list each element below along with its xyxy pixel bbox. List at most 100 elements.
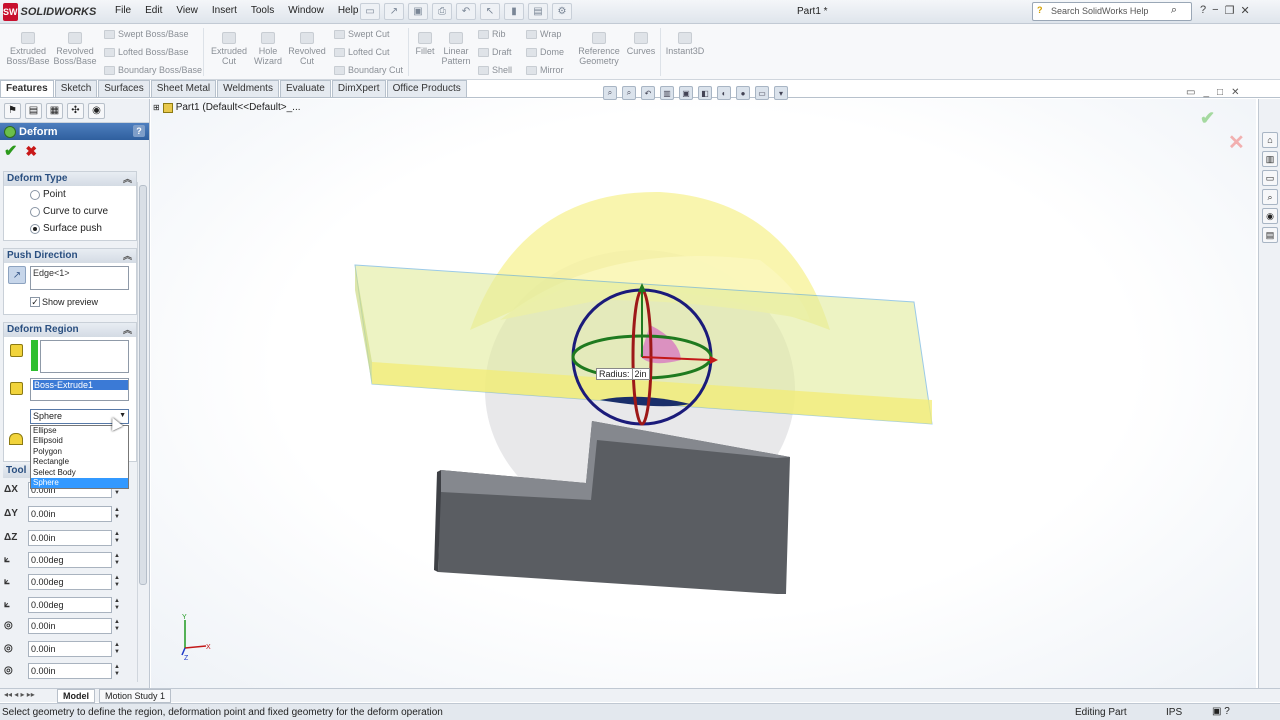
- revolved-boss-button[interactable]: Revolved Boss/Base: [53, 32, 97, 66]
- help-search-input[interactable]: ? Search SolidWorks Help ⌕: [1032, 2, 1192, 21]
- tab-sketch[interactable]: Sketch: [54, 80, 98, 97]
- spinner-icon[interactable]: ▲▼: [112, 575, 122, 589]
- configuration-manager-icon[interactable]: ▦: [46, 102, 63, 119]
- spinner-icon[interactable]: ▲▼: [112, 553, 122, 567]
- region-faces-field[interactable]: [40, 340, 129, 373]
- tool-position-header[interactable]: Tool: [3, 464, 33, 478]
- delta-z-field[interactable]: 0.00in: [28, 529, 112, 546]
- rebuild-icon[interactable]: ▮: [504, 3, 524, 20]
- help-icon[interactable]: ?: [1200, 4, 1206, 17]
- search-icon[interactable]: ⌕: [1171, 4, 1177, 17]
- solidworks-logo[interactable]: SW SOLIDWORKS: [3, 3, 96, 21]
- dropdown-option-polygon[interactable]: Polygon: [31, 447, 128, 457]
- pm-help-icon[interactable]: ?: [133, 125, 145, 137]
- menu-edit[interactable]: Edit: [138, 5, 169, 16]
- delta-y-field[interactable]: 0.00in: [28, 505, 112, 522]
- file-properties-icon[interactable]: ▤: [528, 3, 548, 20]
- reference-geometry-button[interactable]: Reference Geometry: [577, 32, 621, 66]
- linear-pattern-button[interactable]: Linear Pattern: [440, 32, 472, 66]
- rotate-y-field[interactable]: 0.00deg: [28, 573, 112, 590]
- minimize-icon[interactable]: −: [1212, 4, 1218, 17]
- tab-dimxpert[interactable]: DimXpert: [331, 80, 386, 97]
- zoom-to-area-icon[interactable]: ⌕: [622, 86, 636, 100]
- mirror-button[interactable]: Mirror: [526, 65, 564, 75]
- swept-boss-button[interactable]: Swept Boss/Base: [104, 29, 189, 39]
- boundary-cut-button[interactable]: Boundary Cut: [334, 65, 403, 75]
- tab-evaluate[interactable]: Evaluate: [279, 80, 331, 97]
- collapse-chevron-icon[interactable]: ︽: [123, 172, 132, 186]
- zoom-to-fit-icon[interactable]: ⌕: [603, 86, 617, 100]
- feature-tree-flyout[interactable]: ⊞ Part1 (Default<<Default>_...: [153, 102, 301, 113]
- model-graphics[interactable]: Y X Z: [151, 99, 1256, 688]
- radio-point[interactable]: Point: [4, 186, 136, 203]
- search-results-icon[interactable]: ⌕: [1262, 189, 1278, 205]
- radio-button[interactable]: [30, 206, 40, 217]
- collapse-chevron-icon[interactable]: ︽: [123, 249, 132, 263]
- radio-button[interactable]: [30, 189, 40, 200]
- property-manager-icon[interactable]: ▤: [25, 102, 42, 119]
- dome-button[interactable]: Dome: [526, 47, 564, 57]
- origin-z-field[interactable]: 0.00in: [28, 662, 112, 679]
- bodies-to-deform-field[interactable]: Boss-Extrude1: [30, 378, 129, 401]
- menu-window[interactable]: Window: [281, 5, 331, 16]
- open-icon[interactable]: ↗: [384, 3, 404, 20]
- previous-view-icon[interactable]: ↶: [641, 86, 655, 100]
- units-indicator[interactable]: IPS: [1166, 707, 1182, 718]
- tab-model[interactable]: Model: [57, 689, 95, 703]
- deform-type-header[interactable]: Deform Type ︽: [4, 172, 136, 186]
- status-icons[interactable]: ▣ ?: [1212, 706, 1230, 717]
- menu-insert[interactable]: Insert: [205, 5, 244, 16]
- new-document-icon[interactable]: ▭: [360, 3, 380, 20]
- tab-surfaces[interactable]: Surfaces: [98, 80, 150, 97]
- close-icon[interactable]: ✕: [1240, 4, 1249, 17]
- scroll-thumb[interactable]: [139, 185, 147, 585]
- radio-curve-to-curve[interactable]: Curve to curve: [4, 203, 136, 220]
- restore-icon[interactable]: ❐: [1225, 4, 1235, 17]
- options-icon[interactable]: ⚙: [552, 3, 572, 20]
- custom-properties-icon[interactable]: ▤: [1262, 227, 1278, 243]
- pm-scrollbar[interactable]: [137, 182, 147, 682]
- viewport-minimize-icon[interactable]: _: [1203, 87, 1209, 98]
- expand-icon[interactable]: ⊞: [153, 103, 160, 112]
- dropdown-option-select-body[interactable]: Select Body: [31, 468, 128, 478]
- push-direction-field[interactable]: Edge<1>: [30, 266, 129, 290]
- lofted-boss-button[interactable]: Lofted Boss/Base: [104, 47, 189, 57]
- dimxpert-manager-icon[interactable]: ✣: [67, 102, 84, 119]
- view-settings-icon[interactable]: ▾: [774, 86, 788, 100]
- ok-check-icon[interactable]: ✔: [4, 141, 17, 161]
- radio-button-selected[interactable]: [30, 223, 40, 234]
- menu-tools[interactable]: Tools: [244, 5, 281, 16]
- extruded-boss-button[interactable]: Extruded Boss/Base: [6, 32, 50, 66]
- confirmation-corner-cancel-icon[interactable]: ✕: [1228, 130, 1245, 155]
- radius-value[interactable]: 2in: [631, 369, 647, 379]
- collapse-chevron-icon[interactable]: ︽: [123, 323, 132, 337]
- hide-show-items-icon[interactable]: ◐: [717, 86, 731, 100]
- curves-button[interactable]: Curves: [625, 32, 657, 56]
- origin-x-field[interactable]: 0.00in: [28, 617, 112, 634]
- menu-file[interactable]: File: [108, 5, 138, 16]
- tab-weldments[interactable]: Weldments: [217, 80, 279, 97]
- feature-manager-icon[interactable]: ⚑: [4, 102, 21, 119]
- checkbox-checked[interactable]: ✓: [30, 297, 40, 307]
- hole-wizard-button[interactable]: Hole Wizard: [251, 32, 285, 66]
- confirmation-corner-ok-icon[interactable]: ✔: [1200, 108, 1215, 129]
- viewport-maximize-icon[interactable]: □: [1217, 87, 1223, 98]
- edit-appearance-icon[interactable]: ●: [736, 86, 750, 100]
- boundary-boss-button[interactable]: Boundary Boss/Base: [104, 65, 202, 75]
- spinner-icon[interactable]: ▲▼: [112, 531, 122, 545]
- print-icon[interactable]: ⎙: [432, 3, 452, 20]
- spinner-icon[interactable]: ▲▼: [112, 642, 122, 656]
- swept-cut-button[interactable]: Swept Cut: [334, 29, 390, 39]
- tab-scroll-arrows-icon[interactable]: ◂◂ ◂ ▸ ▸▸: [4, 690, 35, 699]
- design-library-icon[interactable]: ▥: [1262, 151, 1278, 167]
- rotate-z-field[interactable]: 0.00deg: [28, 596, 112, 613]
- viewport-close-icon[interactable]: ✕: [1231, 87, 1239, 98]
- lofted-cut-button[interactable]: Lofted Cut: [334, 47, 390, 57]
- dropdown-option-rectangle[interactable]: Rectangle: [31, 457, 128, 467]
- wrap-button[interactable]: Wrap: [526, 29, 561, 39]
- fillet-button[interactable]: Fillet: [412, 32, 438, 56]
- tab-sheet-metal[interactable]: Sheet Metal: [150, 80, 217, 97]
- undo-icon[interactable]: ↶: [456, 3, 476, 20]
- dropdown-arrow-icon[interactable]: ▼: [119, 412, 126, 419]
- menu-view[interactable]: View: [169, 5, 205, 16]
